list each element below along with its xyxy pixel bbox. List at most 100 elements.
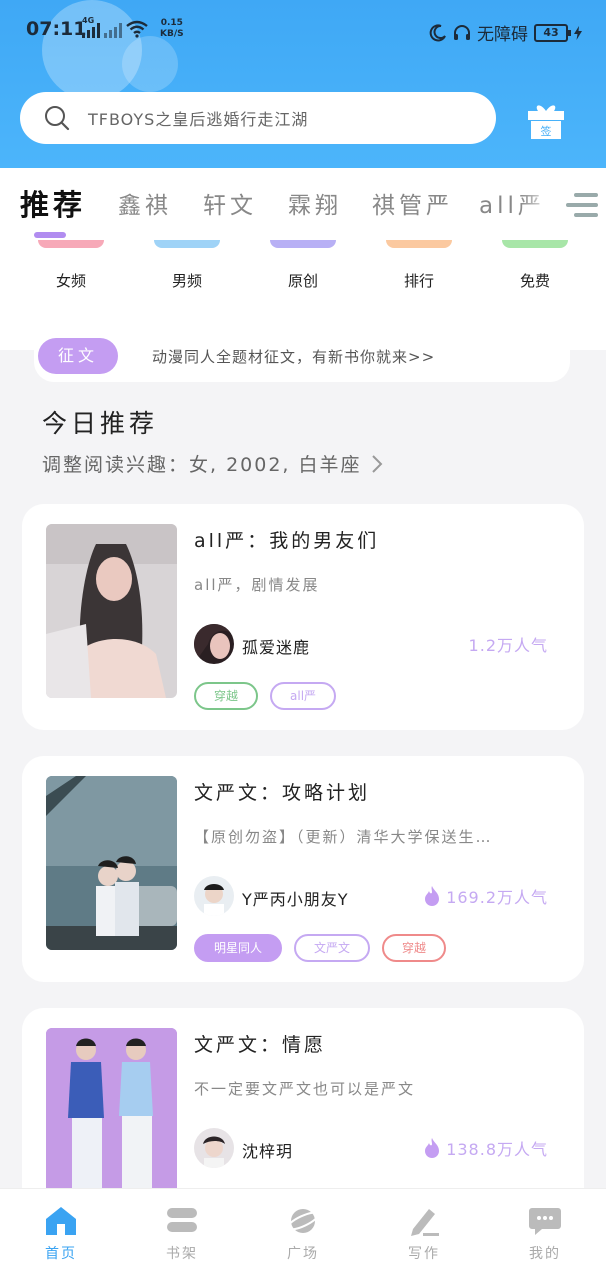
popularity: 138.8万人气 <box>424 1136 548 1160</box>
book-card[interactable]: 文严文：攻略计划 【原创勿盗】（更新）清华大学保送生… Y严丙小朋友Y 169.… <box>22 756 584 982</box>
bookshelf-icon <box>167 1208 197 1232</box>
book-desc: all严，剧情发展 <box>194 576 320 594</box>
category-female[interactable]: 女频 <box>31 240 111 291</box>
chat-bubble-icon <box>529 1208 561 1235</box>
tag[interactable]: 文严文 <box>294 934 371 962</box>
menu-icon[interactable] <box>566 190 600 220</box>
gift-checkin-icon[interactable]: 签 <box>526 102 566 140</box>
home-icon <box>46 1207 76 1235</box>
category-label: 女频 <box>55 272 86 290</box>
tag-row: 穿越 all严 <box>194 682 337 710</box>
book-desc: 【原创勿盗】（更新）清华大学保送生… <box>194 828 493 846</box>
author-name[interactable]: Y严丙小朋友Y <box>242 886 349 910</box>
category-original-icon <box>270 240 336 248</box>
popularity: 169.2万人气 <box>424 884 548 908</box>
popularity-value: 169.2万人气 <box>446 888 548 907</box>
tab-fade-overlay <box>520 168 570 228</box>
headphone-icon <box>454 24 470 40</box>
accessibility-label: 无障碍 <box>477 25 528 45</box>
tab-xinqi[interactable]: 鑫祺 <box>118 186 172 220</box>
author-name[interactable]: 沈梓玥 <box>242 1138 293 1162</box>
category-male[interactable]: 男频 <box>147 240 227 291</box>
section-title: 今日推荐 <box>42 409 159 438</box>
book-title: 文严文：攻略计划 <box>194 782 371 804</box>
speed-value: 0.15 <box>160 18 183 28</box>
network-type: 4G <box>82 16 95 25</box>
status-bar: 07:11 4G 0.15 KB/S 无障碍 43 <box>0 14 606 50</box>
bottom-nav: 首页 书架 广场 写作 我的 <box>0 1188 606 1280</box>
nav-label: 首页 <box>45 1246 77 1262</box>
active-tab-indicator <box>34 232 66 238</box>
flame-icon <box>425 1138 440 1158</box>
speed-unit: KB/S <box>160 29 184 39</box>
author-avatar[interactable] <box>194 876 234 916</box>
tag-row: 明星同人 文严文 穿越 <box>194 934 447 962</box>
nav-home[interactable]: 首页 <box>21 1205 101 1263</box>
nav-write[interactable]: 写作 <box>384 1205 464 1263</box>
book-desc: 不一定要文严文也可以是严文 <box>194 1080 416 1098</box>
popularity: 1.2万人气 <box>469 632 548 656</box>
category-ranking[interactable]: 排行 <box>379 240 459 291</box>
book-card[interactable]: all严：我的男友们 all严，剧情发展 孤爱迷鹿 1.2万人气 穿越 all严 <box>22 504 584 730</box>
category-ranking-icon <box>386 240 452 248</box>
tag[interactable]: 穿越 <box>194 682 259 710</box>
author-avatar[interactable] <box>194 624 234 664</box>
planet-icon <box>286 1209 320 1233</box>
charging-icon <box>574 25 582 40</box>
wifi-icon <box>126 20 148 38</box>
search-icon <box>45 106 70 131</box>
nav-mine[interactable]: 我的 <box>505 1205 585 1263</box>
chevron-right-icon <box>371 454 382 473</box>
tab-xuanwen[interactable]: 轩文 <box>203 186 257 220</box>
network-speed: 0.15 KB/S <box>160 18 184 40</box>
popularity-value: 1.2万人气 <box>468 636 548 655</box>
category-original[interactable]: 原创 <box>263 240 343 291</box>
nav-label: 广场 <box>287 1246 319 1262</box>
category-tabs: 推荐 鑫祺 轩文 霖翔 祺管严 all严 <box>0 168 606 240</box>
pen-icon <box>411 1209 439 1236</box>
book-cover <box>46 1028 177 1202</box>
category-free-icon <box>502 240 568 248</box>
tag[interactable]: 明星同人 <box>194 934 283 962</box>
book-title: all严：我的男友们 <box>194 530 380 552</box>
search-bar[interactable]: TFBOYS之皇后逃婚行走江湖 <box>20 92 496 144</box>
nav-label: 我的 <box>529 1246 561 1262</box>
reading-interest-link[interactable]: 调整阅读兴趣：女, 2002, 白羊座 <box>42 450 384 477</box>
category-label: 排行 <box>403 272 434 290</box>
flame-icon <box>425 886 440 906</box>
author-name[interactable]: 孤爱迷鹿 <box>242 634 310 658</box>
moon-icon <box>429 23 446 41</box>
tab-linxiang[interactable]: 霖翔 <box>288 186 342 220</box>
tag[interactable]: 穿越 <box>382 934 447 962</box>
battery-level: 43 <box>543 25 559 39</box>
category-female-icon <box>38 240 104 248</box>
notice-text: 动漫同人全题材征文，有新书你就来>> <box>152 347 436 366</box>
nav-label: 书架 <box>166 1246 198 1262</box>
nav-square[interactable]: 广场 <box>263 1205 343 1263</box>
gift-label: 签 <box>541 124 552 138</box>
nav-label: 写作 <box>408 1246 440 1262</box>
book-title: 文严文：情愿 <box>194 1034 327 1056</box>
status-right: 无障碍 43 <box>429 20 582 45</box>
book-cover <box>46 524 177 698</box>
tab-qiguanyan[interactable]: 祺管严 <box>372 186 453 220</box>
popularity-value: 138.8万人气 <box>446 1140 548 1159</box>
category-label: 免费 <box>519 272 550 290</box>
category-label: 原创 <box>287 272 318 290</box>
book-cover <box>46 776 177 950</box>
category-label: 男频 <box>171 272 202 290</box>
notice-badge: 征文 <box>38 338 118 374</box>
notice-banner[interactable]: 征文 动漫同人全题材征文，有新书你就来>> <box>34 330 570 382</box>
header: 07:11 4G 0.15 KB/S 无障碍 43 TFBOYS之皇后逃婚行走江… <box>0 0 606 168</box>
author-avatar[interactable] <box>194 1128 234 1168</box>
category-free[interactable]: 免费 <box>495 240 575 291</box>
signal-icon: 4G <box>82 16 148 38</box>
search-placeholder: TFBOYS之皇后逃婚行走江湖 <box>88 110 309 129</box>
tab-recommend[interactable]: 推荐 <box>20 182 86 224</box>
battery-icon: 43 <box>534 23 571 42</box>
tag[interactable]: all严 <box>270 682 337 710</box>
category-male-icon <box>154 240 220 248</box>
status-time: 07:11 <box>26 18 87 40</box>
section-subtitle: 调整阅读兴趣：女, 2002, 白羊座 <box>42 454 362 476</box>
nav-bookshelf[interactable]: 书架 <box>142 1205 222 1263</box>
